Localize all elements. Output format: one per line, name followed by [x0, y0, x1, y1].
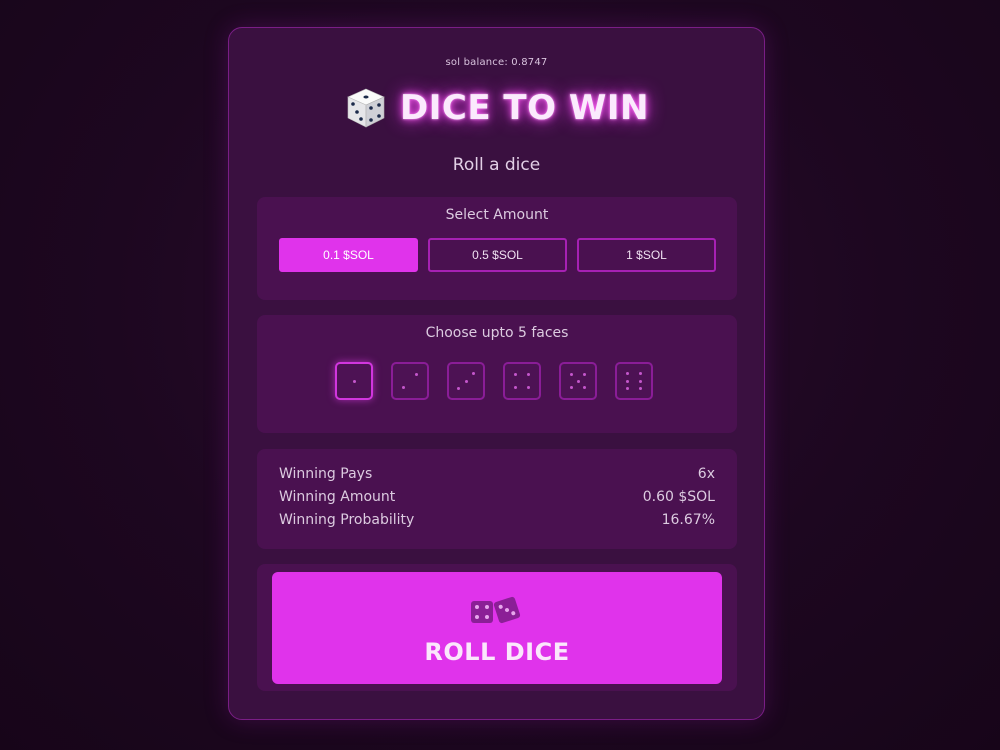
roll-panel: ROLL DICE — [257, 564, 737, 691]
roll-dice-button[interactable]: ROLL DICE — [272, 572, 722, 684]
pip — [471, 372, 475, 376]
header: DICE TO WIN — [229, 84, 764, 132]
amount-options: 0.1 $SOL 0.5 $SOL 1 $SOL — [279, 238, 716, 272]
faces-row — [335, 362, 653, 400]
pip — [625, 372, 629, 376]
pip — [414, 373, 418, 377]
face-4-button[interactable] — [503, 362, 541, 400]
amount-option-1[interactable]: 1 $SOL — [577, 238, 716, 272]
pip — [464, 379, 468, 383]
pip — [527, 386, 531, 390]
pip — [352, 379, 356, 383]
faces-panel: Choose upto 5 faces — [257, 315, 737, 433]
stat-value: 0.60 $SOL — [642, 489, 715, 505]
subtitle: Roll a dice — [452, 155, 541, 175]
stat-winning-pays: Winning Pays 6x — [279, 466, 715, 482]
stat-label: Winning Pays — [279, 466, 373, 482]
dice-pair-icon — [471, 596, 521, 624]
pip — [625, 379, 629, 383]
roll-dice-label: ROLL DICE — [424, 638, 570, 666]
pip — [625, 386, 629, 390]
pip — [513, 372, 517, 376]
pip — [576, 379, 580, 383]
stat-winning-probability: Winning Probability 16.67% — [279, 512, 715, 528]
pip — [457, 386, 461, 390]
pip — [569, 386, 573, 390]
face-1-button[interactable] — [335, 362, 373, 400]
amount-option-0-5[interactable]: 0.5 $SOL — [428, 238, 567, 272]
amount-label: Select Amount — [445, 207, 549, 223]
pip — [569, 372, 573, 376]
amount-option-0-1[interactable]: 0.1 $SOL — [279, 238, 418, 272]
pip — [639, 386, 643, 390]
stats-panel: Winning Pays 6x Winning Amount 0.60 $SOL… — [257, 449, 737, 549]
faces-label: Choose upto 5 faces — [425, 325, 569, 341]
pip — [527, 372, 531, 376]
pip — [583, 386, 587, 390]
stat-label: Winning Amount — [279, 489, 396, 505]
sol-balance: sol balance: 0.8747 — [445, 57, 548, 68]
face-5-button[interactable] — [559, 362, 597, 400]
amount-panel: Select Amount 0.1 $SOL 0.5 $SOL 1 $SOL — [257, 197, 737, 300]
page-title: DICE TO WIN — [400, 88, 649, 128]
game-card: sol balance: 0.8747 DICE TO WIN Roll a d… — [228, 27, 765, 720]
stat-winning-amount: Winning Amount 0.60 $SOL — [279, 489, 715, 505]
pip — [639, 379, 643, 383]
pip — [513, 386, 517, 390]
pip — [583, 372, 587, 376]
pip — [639, 372, 643, 376]
face-3-button[interactable] — [447, 362, 485, 400]
pip — [402, 385, 406, 389]
stat-value: 6x — [697, 466, 715, 482]
stat-label: Winning Probability — [279, 512, 415, 528]
stat-value: 16.67% — [661, 512, 715, 528]
face-2-button[interactable] — [391, 362, 429, 400]
dice-icon — [347, 88, 385, 128]
face-6-button[interactable] — [615, 362, 653, 400]
